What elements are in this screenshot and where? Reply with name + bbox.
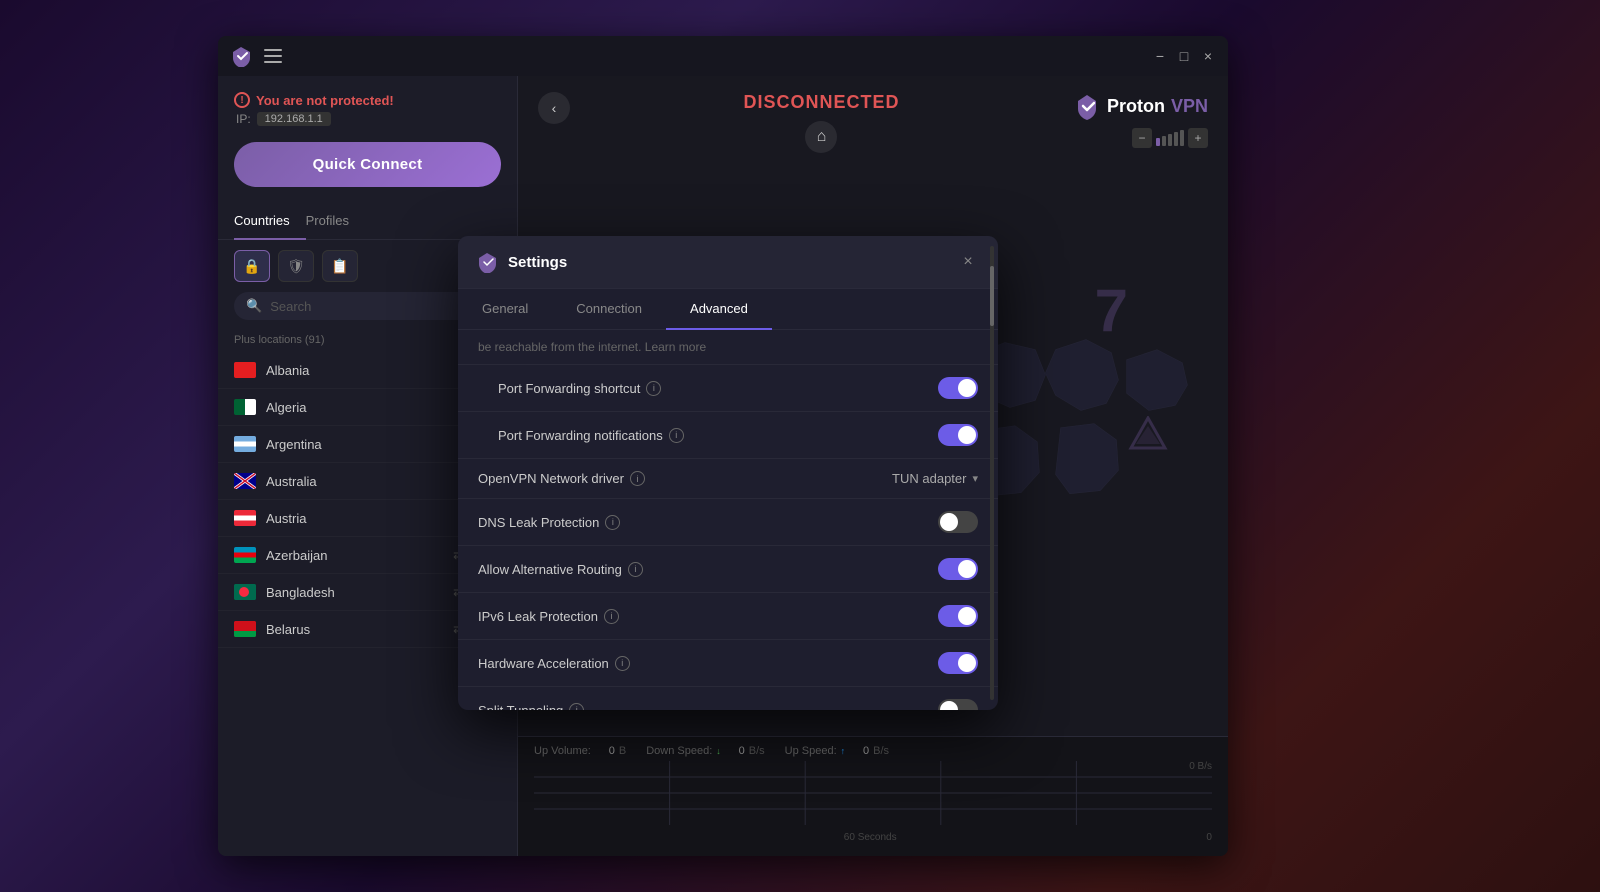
openvpn-driver-label: OpenVPN Network driver i (478, 471, 882, 486)
hw-acceleration-toggle[interactable] (938, 652, 978, 674)
port-forwarding-notifications-info-icon[interactable]: i (669, 428, 684, 443)
toggle-knob (958, 654, 976, 672)
toggle-knob (958, 560, 976, 578)
dns-leak-toggle[interactable] (938, 511, 978, 533)
hw-acceleration-info-icon[interactable]: i (615, 656, 630, 671)
hw-acceleration-label: Hardware Acceleration i (478, 656, 928, 671)
ipv6-leak-info-icon[interactable]: i (604, 609, 619, 624)
openvpn-driver-dropdown[interactable]: TUN adapter ▾ (892, 471, 978, 486)
openvpn-driver-info-icon[interactable]: i (630, 471, 645, 486)
modal-scrollbar-thumb (990, 266, 994, 326)
setting-hw-acceleration: Hardware Acceleration i (458, 640, 998, 687)
dns-leak-info-icon[interactable]: i (605, 515, 620, 530)
port-forwarding-notifications-toggle[interactable] (938, 424, 978, 446)
alt-routing-toggle[interactable] (938, 558, 978, 580)
modal-title-text: Settings (508, 254, 567, 271)
app-window: − □ × ! You are not protected! IP: 192.1… (218, 36, 1228, 856)
ipv6-leak-toggle[interactable] (938, 605, 978, 627)
port-forwarding-shortcut-info-icon[interactable]: i (646, 381, 661, 396)
modal-scrollbar[interactable] (990, 246, 994, 700)
toggle-knob (958, 426, 976, 444)
modal-body: be reachable from the internet. Learn mo… (458, 330, 998, 710)
setting-openvpn-driver: OpenVPN Network driver i TUN adapter ▾ (458, 459, 998, 499)
port-forwarding-notifications-label: Port Forwarding notifications i (498, 428, 928, 443)
modal-close-button[interactable]: × (956, 250, 980, 274)
setting-split-tunneling: Split Tunneling i (458, 687, 998, 710)
tab-general[interactable]: General (458, 289, 552, 330)
alt-routing-label: Allow Alternative Routing i (478, 562, 928, 577)
setting-alt-routing: Allow Alternative Routing i (458, 546, 998, 593)
toggle-knob (958, 607, 976, 625)
dns-leak-label: DNS Leak Protection i (478, 515, 928, 530)
toggle-knob (940, 513, 958, 531)
modal-overlay: Settings × General Connection Advanced b… (218, 36, 1228, 856)
setting-port-forwarding-notifications: Port Forwarding notifications i (458, 412, 998, 459)
scroll-notice: be reachable from the internet. Learn mo… (458, 330, 998, 365)
split-tunneling-info-icon[interactable]: i (569, 703, 584, 711)
modal-title: Settings (476, 251, 567, 273)
setting-dns-leak: DNS Leak Protection i (458, 499, 998, 546)
modal-header: Settings × (458, 236, 998, 289)
setting-port-forwarding-shortcut: Port Forwarding shortcut i (458, 365, 998, 412)
setting-ipv6-leak: IPv6 Leak Protection i (458, 593, 998, 640)
split-tunneling-toggle[interactable] (938, 699, 978, 710)
port-forwarding-shortcut-label: Port Forwarding shortcut i (498, 381, 928, 396)
split-tunneling-label: Split Tunneling i (478, 703, 928, 711)
toggle-knob (958, 379, 976, 397)
toggle-knob (940, 701, 958, 710)
tab-advanced[interactable]: Advanced (666, 289, 772, 330)
settings-title-icon (476, 251, 498, 273)
ipv6-leak-label: IPv6 Leak Protection i (478, 609, 928, 624)
settings-modal: Settings × General Connection Advanced b… (458, 236, 998, 710)
dropdown-arrow-icon: ▾ (972, 472, 978, 485)
port-forwarding-shortcut-toggle[interactable] (938, 377, 978, 399)
alt-routing-info-icon[interactable]: i (628, 562, 643, 577)
openvpn-driver-value: TUN adapter (892, 471, 966, 486)
modal-tabs: General Connection Advanced (458, 289, 998, 330)
tab-connection[interactable]: Connection (552, 289, 666, 330)
